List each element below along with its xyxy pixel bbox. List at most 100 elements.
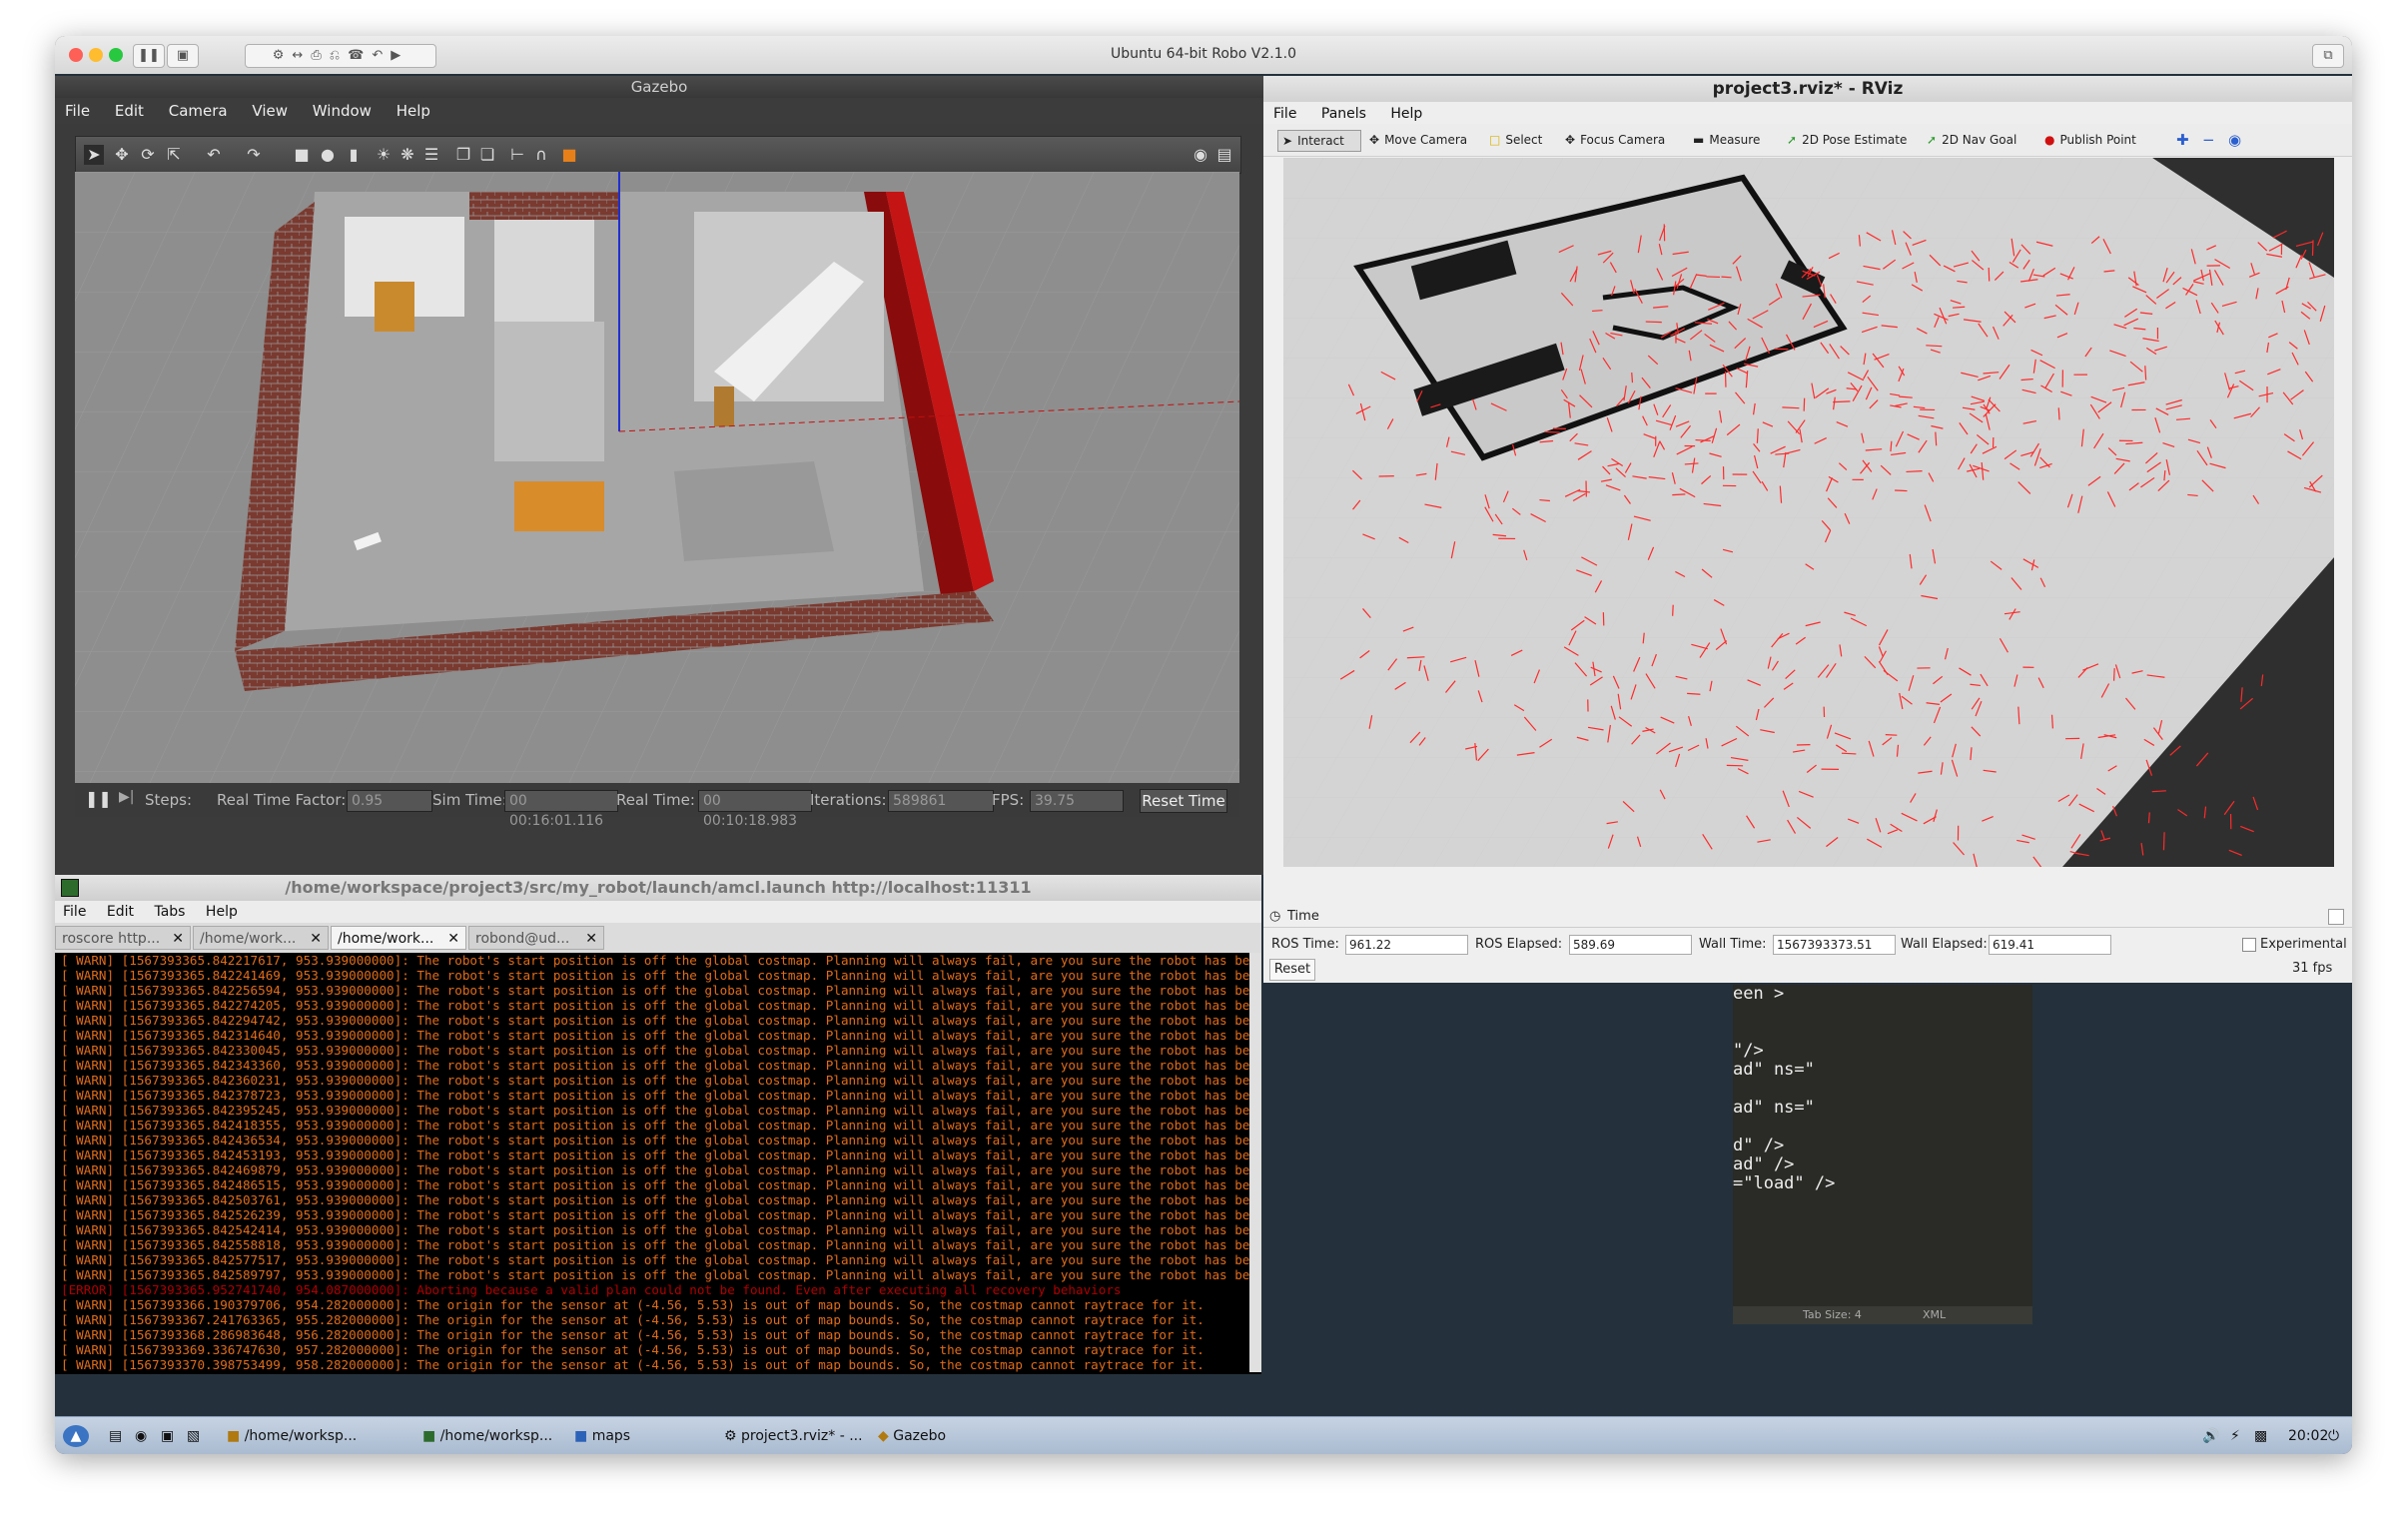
redo-icon[interactable]: ↷ <box>244 145 264 165</box>
taskbar-item[interactable]: ◆ Gazebo <box>878 1425 946 1447</box>
terminal-line: [ERROR] [1567393365.952741740, 954.08700… <box>61 1282 1122 1297</box>
terminal-tab-active[interactable]: /home/work... ✕ <box>331 926 466 950</box>
wall-elapsed-label: Wall Elapsed: <box>1901 937 1988 952</box>
sphere-shape-icon[interactable]: ● <box>318 145 338 165</box>
copy-icon[interactable]: ❐ <box>453 145 473 165</box>
wall-elapsed-field[interactable]: 619.41 <box>1989 935 2111 955</box>
clock[interactable]: 20:02 <box>2288 1425 2328 1447</box>
editor-language[interactable]: XML <box>1923 1308 1946 1321</box>
align-icon[interactable]: ⊢ <box>507 145 527 165</box>
color-picker-icon[interactable]: ■ <box>559 145 579 165</box>
menu-camera[interactable]: Camera <box>169 102 228 120</box>
rviz-splitter[interactable] <box>1263 867 1273 877</box>
close-tab-icon[interactable]: ✕ <box>585 927 597 951</box>
tool-publish-point[interactable]: ● Publish Point <box>2044 130 2136 150</box>
show-desktop-icon[interactable]: ▧ <box>187 1425 200 1447</box>
particle-arrow <box>1926 345 1943 348</box>
term-menu-tabs[interactable]: Tabs <box>154 904 185 920</box>
terminal-tab[interactable]: roscore http... ✕ <box>55 926 191 950</box>
wall-time-field[interactable]: 1567393373.51 <box>1773 935 1896 955</box>
terminal-line: [ WARN] [1567393365.842542414, 953.93900… <box>61 1222 1249 1237</box>
close-tab-icon[interactable]: ✕ <box>310 927 322 951</box>
spot-light-icon[interactable]: ❋ <box>398 145 417 165</box>
tool-move-camera[interactable]: ✥ Move Camera <box>1369 130 1467 150</box>
terminal-line: [ WARN] [1567393365.842314640, 953.93900… <box>61 1028 1249 1043</box>
term-menu-help[interactable]: Help <box>206 904 238 920</box>
pause-icon[interactable]: ❚❚ <box>85 789 112 808</box>
tool-2d-pose-label: 2D Pose Estimate <box>1802 133 1908 147</box>
arrow-icon: ➚ <box>1787 133 1798 147</box>
menu-window[interactable]: Window <box>313 102 372 120</box>
remove-tool-icon[interactable]: − <box>2202 130 2215 150</box>
terminal-launcher-icon[interactable]: ▣ <box>161 1425 174 1447</box>
close-tab-icon[interactable]: ✕ <box>447 927 459 951</box>
menu-help[interactable]: Help <box>397 102 430 120</box>
taskbar-item[interactable]: ■ maps <box>574 1425 630 1447</box>
rviz-menu-panels[interactable]: Panels <box>1321 106 1366 122</box>
file-manager-icon[interactable]: ▤ <box>109 1425 122 1447</box>
ros-time-field[interactable]: 961.22 <box>1345 935 1468 955</box>
snap-icon[interactable]: ∩ <box>531 145 551 165</box>
box-shape-icon[interactable]: ■ <box>292 145 312 165</box>
translate-icon[interactable]: ✥ <box>112 145 132 165</box>
tool-move-camera-label: Move Camera <box>1384 133 1468 147</box>
ros-elapsed-field[interactable]: 589.69 <box>1569 935 1692 955</box>
start-menu-icon[interactable]: ▲ <box>63 1425 89 1447</box>
add-tool-icon[interactable]: ✚ <box>2176 130 2189 150</box>
reset-time-button[interactable]: Reset Time <box>1140 789 1227 813</box>
terminal-tab-label: /home/work... <box>200 931 297 947</box>
paste-icon[interactable]: ❏ <box>477 145 497 165</box>
menu-file[interactable]: File <box>65 102 90 120</box>
taskbar-item[interactable]: ■ /home/worksp... <box>422 1425 552 1447</box>
terminal-line: [ WARN] [1567393365.842418355, 953.93900… <box>61 1118 1249 1133</box>
gazebo-3d-scene[interactable] <box>75 172 1239 783</box>
rotate-icon[interactable]: ⟳ <box>138 145 158 165</box>
particle-arrow <box>1833 400 1851 403</box>
sim-time-label: Sim Time: <box>432 791 507 809</box>
directional-light-icon[interactable]: ☰ <box>421 145 441 165</box>
terminal-line: [ WARN] [1567393365.842395245, 953.93900… <box>61 1103 1249 1118</box>
tool-focus-camera-label: Focus Camera <box>1580 133 1666 147</box>
rviz-menu-help[interactable]: Help <box>1390 106 1422 122</box>
terminal-tab[interactable]: /home/work... ✕ <box>193 926 329 950</box>
scale-icon[interactable]: ⇱ <box>164 145 184 165</box>
tool-select[interactable]: □ Select <box>1489 130 1542 150</box>
network-icon[interactable]: ▩ <box>2254 1425 2267 1447</box>
close-tab-icon[interactable]: ✕ <box>172 927 184 951</box>
step-icon[interactable]: ▶| <box>119 789 134 805</box>
menu-view[interactable]: View <box>252 102 288 120</box>
power-status-icon[interactable]: ⚡ <box>2230 1425 2240 1447</box>
terminal-tab[interactable]: robond@ud... ✕ <box>468 926 604 950</box>
shutdown-icon[interactable]: ⏻ <box>2328 1425 2339 1447</box>
particle-arrow <box>1721 276 1732 279</box>
term-menu-file[interactable]: File <box>63 904 86 920</box>
term-menu-edit[interactable]: Edit <box>107 904 134 920</box>
tool-properties-icon[interactable]: ◉ <box>2228 130 2241 150</box>
time-panel-close-box[interactable] <box>2328 909 2344 925</box>
menu-edit[interactable]: Edit <box>115 102 144 120</box>
experimental-checkbox[interactable] <box>2242 938 2256 952</box>
taskbar-item[interactable]: ■ /home/worksp... <box>227 1425 357 1447</box>
tool-measure[interactable]: ▬ Measure <box>1693 130 1760 150</box>
screenshot-icon[interactable]: ◉ <box>1191 145 1210 165</box>
tool-2d-pose-estimate[interactable]: ➚ 2D Pose Estimate <box>1787 130 1907 150</box>
particle-arrow <box>1672 604 1674 616</box>
rviz-toolbar: ➤ Interact ✥ Move Camera □ Select ✥ Focus Ca… <box>1263 124 2352 157</box>
terminal-scrollbar[interactable] <box>1249 953 1261 1372</box>
undo-icon[interactable]: ↶ <box>204 145 224 165</box>
terminal-output[interactable]: [ WARN] [1567393365.842217617, 953.93900… <box>61 953 1249 1372</box>
point-light-icon[interactable]: ☀ <box>374 145 394 165</box>
cylinder-shape-icon[interactable]: ▮ <box>344 145 364 165</box>
editor-tab-size[interactable]: Tab Size: 4 <box>1803 1308 1862 1321</box>
rviz-reset-button[interactable]: Reset <box>1269 959 1315 981</box>
volume-icon[interactable]: 🔊 <box>2202 1425 2219 1447</box>
select-mode-icon[interactable]: ➤ <box>84 145 104 165</box>
tool-interact[interactable]: ➤ Interact <box>1277 130 1361 152</box>
tool-focus-camera[interactable]: ✥ Focus Camera <box>1565 130 1665 150</box>
browser-icon[interactable]: ◉ <box>135 1425 147 1447</box>
rviz-menu-file[interactable]: File <box>1273 106 1296 122</box>
log-icon[interactable]: ▤ <box>1214 145 1234 165</box>
tool-2d-nav-goal[interactable]: ➚ 2D Nav Goal <box>1927 130 2016 150</box>
taskbar-item[interactable]: ⚙ project3.rviz* - ... <box>724 1425 863 1447</box>
rviz-3d-view[interactable] <box>1283 158 2334 867</box>
